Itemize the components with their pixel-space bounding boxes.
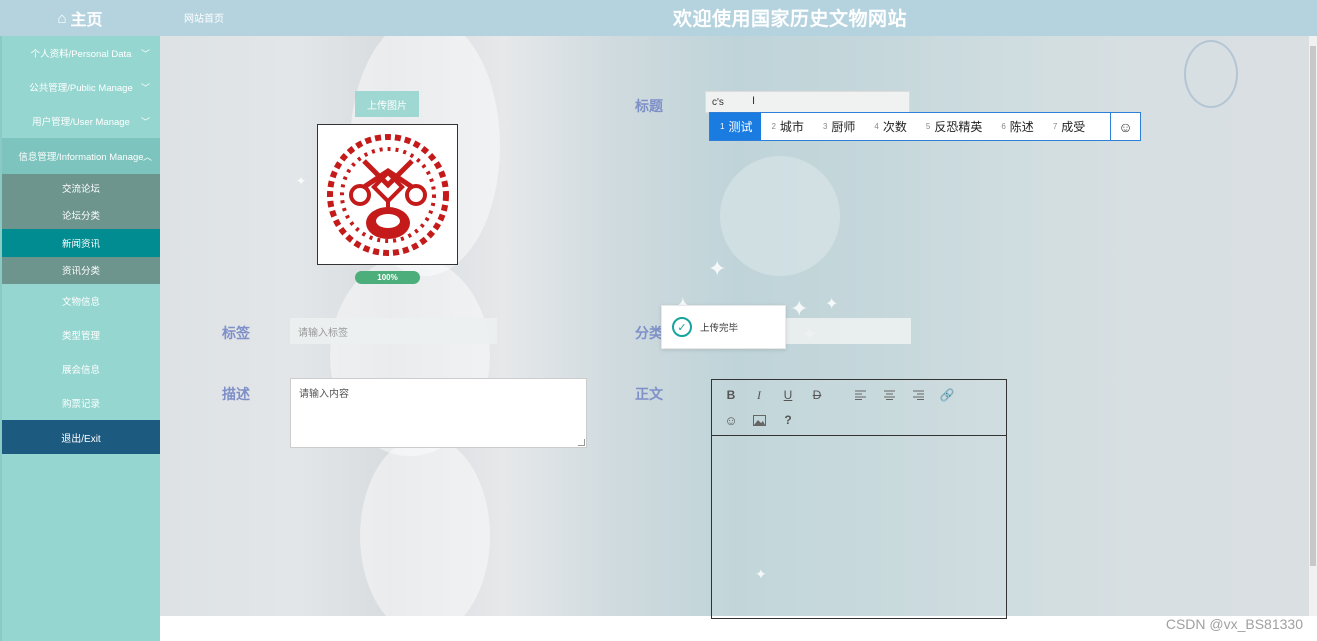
rich-text-editor[interactable]: B I U D 🔗 ☺ ? [711,379,1007,619]
breadcrumb[interactable]: 网站首页 [184,10,224,25]
menu-label: 个人资料/Personal Data [30,49,132,60]
image-icon[interactable] [750,411,768,429]
italic-icon[interactable]: I [750,386,768,404]
resize-grip-icon[interactable] [578,439,585,446]
emoji-icon[interactable]: ☺ [722,411,740,429]
submenu-forum-category[interactable]: 论坛分类 [2,201,160,229]
submenu-news[interactable]: 新闻资讯 [2,229,160,257]
candidate-number: 1 [720,122,725,131]
menu-personal-data[interactable]: 个人资料/Personal Data ﹀ [2,36,160,70]
align-left-icon[interactable] [851,386,869,404]
ime-candidate[interactable]: 4 次数 [864,113,915,140]
tags-input[interactable]: 请输入标签 [290,318,497,344]
ime-candidate[interactable]: 7 成受 [1043,113,1094,140]
site-title: 欢迎使用国家历史文物网站 [672,9,907,30]
papercut-ornament-icon [326,133,449,256]
footer-strip [160,616,1317,641]
candidate-number: 4 [874,122,879,131]
menu-ticket-records[interactable]: 购票记录 [2,386,160,420]
menu-label: 信息管理/Information Manage [18,152,144,163]
background-decoration [720,156,840,276]
watermark: CSDN @vx_BS81330 [1165,616,1303,632]
menu-public-manage[interactable]: 公共管理/Public Manage ﹀ [2,70,160,104]
ime-candidate-bar: 1 测试 2 城市 3 厨师 4 次数 5 反恐精英 6 陈述 7 成受 ☺ [709,112,1141,141]
title-label: 标题 [635,98,663,114]
menu-information-manage[interactable]: 信息管理/Information Manage ︿ [2,138,160,174]
candidate-number: 5 [925,122,931,131]
text-cursor-icon: I [752,95,756,107]
background-decoration [360,436,490,616]
uploaded-image-preview [317,124,458,265]
upload-progress-bar: 100% [355,271,420,284]
vertical-scrollbar[interactable] [1309,36,1317,616]
menu-relic-info[interactable]: 文物信息 [2,284,160,318]
candidate-number: 7 [1052,122,1058,131]
body-label: 正文 [635,386,663,402]
menu-label: 用户管理/User Manage [32,117,130,128]
underline-icon[interactable]: U [779,386,797,404]
sparkle-icon: ✦ [296,174,307,188]
sparkle-icon: ✦ [708,256,727,281]
ime-candidate[interactable]: 3 厨师 [813,113,864,140]
stamp-decoration-icon [1184,40,1238,108]
upload-image-button[interactable]: 上传图片 [355,91,419,117]
bold-icon[interactable]: B [722,386,740,404]
menu-type-manage[interactable]: 类型管理 [2,318,160,352]
candidate-text: 成受 [1061,120,1086,134]
chevron-down-icon: ﹀ [140,116,150,127]
candidate-number: 2 [771,122,776,131]
ime-candidate[interactable]: 6 陈述 [991,113,1042,140]
sparkle-icon: ✦ [825,296,839,313]
ime-emoji-icon[interactable]: ☺ [1110,113,1140,140]
help-icon[interactable]: ? [779,411,797,429]
ime-candidate[interactable]: 5 反恐精英 [916,113,991,140]
category-select[interactable] [785,318,911,344]
top-bar: ⌂ 主页 网站首页 欢迎使用国家历史文物网站 [0,0,1317,36]
description-placeholder: 请输入内容 [299,389,349,400]
chevron-up-icon: ︿ [142,151,152,162]
tags-label: 标签 [222,325,250,341]
logout-button[interactable]: 退出/Exit [2,420,160,454]
scrollbar-thumb[interactable] [1310,46,1316,566]
category-label: 分类 [635,325,663,341]
sidebar: 个人资料/Personal Data ﹀ 公共管理/Public Manage … [0,36,160,641]
candidate-text: 陈述 [1009,120,1034,134]
home-label: 主页 [70,12,103,29]
editor-toolbar: B I U D 🔗 ☺ ? [712,380,1006,436]
link-icon[interactable]: 🔗 [938,386,956,404]
description-label: 描述 [222,386,250,402]
title-input[interactable]: c's [705,91,910,113]
candidate-text: 厨师 [831,120,856,134]
description-textarea[interactable]: 请输入内容 [290,378,587,448]
align-center-icon[interactable] [880,386,898,404]
submenu-forum[interactable]: 交流论坛 [2,174,160,202]
strikethrough-icon[interactable]: D [808,386,826,404]
home-icon: ⌂ [57,9,67,27]
upload-complete-toast: ✓ 上传完毕 [661,305,786,349]
ime-candidate[interactable]: 1 测试 [710,113,762,140]
candidate-text: 次数 [882,120,907,134]
menu-user-manage[interactable]: 用户管理/User Manage ﹀ [2,104,160,138]
toast-message: 上传完毕 [700,323,739,334]
candidate-text: 测试 [728,120,753,134]
ime-candidate[interactable]: 2 城市 [761,113,812,140]
menu-exhibition-info[interactable]: 展会信息 [2,352,160,386]
home-link[interactable]: ⌂ 主页 [0,0,160,36]
candidate-text: 反恐精英 [934,120,983,134]
align-right-icon[interactable] [909,386,927,404]
chevron-down-icon: ﹀ [140,82,150,93]
candidate-text: 城市 [779,120,804,134]
submenu-news-category[interactable]: 资讯分类 [2,256,160,284]
check-circle-icon: ✓ [672,317,692,337]
candidate-number: 3 [822,122,828,131]
chevron-down-icon: ﹀ [140,48,150,59]
candidate-number: 6 [1001,122,1006,131]
menu-label: 公共管理/Public Manage [29,83,133,94]
